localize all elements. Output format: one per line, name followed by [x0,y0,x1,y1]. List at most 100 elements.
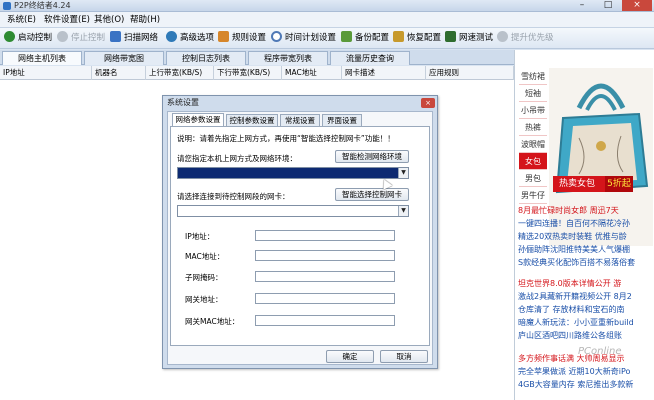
nic-label: 请选择连接到待控制网段的网卡： [177,192,290,201]
news-item[interactable]: 庐山区酒吧四川路维公各组账 [518,329,654,342]
rules-settings-button[interactable]: 规则设置 [218,30,266,47]
scan-network-button[interactable]: 扫描网络 [110,30,158,47]
news-item[interactable]: 孙俪助阵沈阳推特美美人气爆棚 [518,243,654,256]
subnet-mask-field[interactable] [255,271,395,282]
ad-category-item[interactable]: 短袖 [519,85,547,102]
backup-icon [341,31,352,42]
ad-category-item[interactable]: 雪纺裙 [519,68,547,85]
schedule-settings-button[interactable]: 时间计划设置 [271,30,336,47]
minimize-button[interactable]: – [570,0,594,11]
gateway-field[interactable] [255,293,395,304]
news-item[interactable]: 精选20双热卖时装鞋 优推与龄 [518,230,654,243]
tab-traffic-history[interactable]: 流量历史查询 [330,51,410,65]
ad-sale-banner[interactable]: 热卖女包 5折起 [553,176,633,192]
column-ip[interactable]: IP地址 [0,66,92,80]
restore-config-button[interactable]: 恢复配置 [393,30,441,47]
mac-field[interactable] [255,250,395,261]
column-machine-name[interactable]: 机器名 [92,66,146,80]
start-control-button[interactable]: 启动控制 [4,30,52,47]
ad-category-list: 雪纺裙 短袖 小吊带 热裤 波眼帽 女包 男包 男牛仔 [519,68,547,204]
env-label: 请您指定本机上网方式及网络环境： [177,154,297,163]
speed-test-icon [445,31,456,42]
ad-category-item[interactable]: 热裤 [519,119,547,136]
stop-control-button[interactable]: 停止控制 [57,30,105,47]
column-mac[interactable]: MAC地址 [282,66,342,80]
tab-control-log[interactable]: 控制日志列表 [166,51,246,65]
tab-interface[interactable]: 界面设置 [322,114,362,126]
app-logo-icon [3,2,11,10]
gateway-mac-field[interactable] [255,315,395,326]
ok-button[interactable]: 确定 [326,350,374,363]
tab-program-bandwidth[interactable]: 程序带宽列表 [248,51,328,65]
dialog-title: 系统设置 [167,98,199,107]
tab-network-params[interactable]: 网络参数设置 [172,113,224,126]
select-nic-button[interactable]: 智能选择控制网卡 [335,188,409,201]
ad-category-item[interactable]: 男牛仔 [519,187,547,204]
watermark: PConline [578,346,622,357]
gateway-mac-label: 网关MAC地址： [185,317,240,326]
ip-label: IP地址： [185,232,215,241]
advanced-options-button[interactable]: 高级选项 [166,30,214,47]
toolbar: 启动控制 停止控制 扫描网络 高级选项 规则设置 时间计划设置 备份配置 恢复配… [0,28,654,49]
chevron-down-icon: ▼ [398,206,408,216]
priority-icon [497,31,508,42]
maximize-button[interactable]: □ [596,0,620,11]
gateway-label: 网关地址： [185,295,223,304]
tab-host-list[interactable]: 网络主机列表 [2,51,82,65]
system-settings-dialog: 系统设置 × 网络参数设置 控制参数设置 常规设置 界面设置 说明：请着先指定上… [162,95,438,369]
dialog-close-button[interactable]: × [421,98,435,108]
detect-network-button[interactable]: 智能检测网络环境 [335,150,409,163]
news-item[interactable]: 8月最忙碌时尚女郎 周迅7天 [518,204,654,217]
dialog-note: 说明：请着先指定上网方式，再使用“智能选择控制网卡”功能！！ [177,134,395,143]
ad-category-item[interactable]: 男包 [519,170,547,187]
clock-icon [271,31,282,42]
news-item[interactable]: 暗魔人新玩法：小小亚重新build [518,316,654,329]
main-tab-bar: 网络主机列表 网络带宽图 控制日志列表 程序带宽列表 流量历史查询 [0,50,514,65]
column-download[interactable]: 下行带宽(KB/S) [214,66,282,80]
news-item[interactable]: 4GB大容量内存 索尼推出多款新 [518,378,654,391]
ad-category-item[interactable]: 波眼帽 [519,136,547,153]
speed-test-button[interactable]: 网速测试 [445,30,493,47]
title-bar: P2P终结者4.24 – □ × [0,0,654,12]
ad-category-item[interactable]: 女包 [519,153,547,170]
raise-priority-button[interactable]: 提升优先级 [497,30,554,47]
scan-icon [110,31,121,42]
close-button[interactable]: × [622,0,652,11]
column-rules[interactable]: 应用规则 [426,66,514,80]
ad-category-item[interactable]: 小吊带 [519,102,547,119]
column-upload[interactable]: 上行带宽(KB/S) [146,66,214,80]
play-icon [4,31,15,42]
subnet-mask-label: 子网掩码： [185,273,223,282]
cancel-button[interactable]: 取消 [380,350,428,363]
news-item[interactable]: 激战2具藏新开籍视频公开 8月2 [518,290,654,303]
network-env-select[interactable]: ▼ [177,167,409,179]
backup-config-button[interactable]: 备份配置 [341,30,389,47]
tab-control-params[interactable]: 控制参数设置 [226,114,278,126]
tab-general[interactable]: 常规设置 [280,114,320,126]
rules-icon [218,31,229,42]
news-item[interactable]: 一键四连播！自百何不隔花冷孙 [518,217,654,230]
news-item[interactable]: S款经典买化配饰百搭不易落俗套 [518,256,654,269]
host-table-header: IP地址 机器名 上行带宽(KB/S) 下行带宽(KB/S) MAC地址 网卡描… [0,66,514,80]
network-params-panel: 说明：请着先指定上网方式，再使用“智能选择控制网卡”功能！！ 请您指定本机上网方… [170,126,430,346]
news-item[interactable]: 仓库清了 存放材料和宝石的南 [518,303,654,316]
mac-label: MAC地址： [185,252,225,261]
column-nic-desc[interactable]: 网卡描述 [342,66,426,80]
menu-software-settings[interactable]: 软件设置(E) [42,12,92,28]
menu-help[interactable]: 帮助(H) [128,12,162,28]
news-item[interactable]: 坦克世界8.0版本详情公开 游 [518,277,654,290]
tab-bandwidth-chart[interactable]: 网络带宽图 [84,51,164,65]
menu-other[interactable]: 其他(O) [92,12,126,28]
ad-banner-discount: 5折起 [605,176,633,192]
nic-select[interactable]: ▼ [177,205,409,217]
news-item[interactable]: 完全苹果做派 近期10大新奇iPo [518,365,654,378]
ip-field[interactable] [255,230,395,241]
window-title: P2P终结者4.24 [14,1,71,10]
dialog-body: 网络参数设置 控制参数设置 常规设置 界面设置 说明：请着先指定上网方式，再使用… [167,111,433,365]
menu-system[interactable]: 系统(E) [5,12,38,28]
advanced-icon [166,31,177,42]
ad-banner-text: 热卖女包 [559,179,596,189]
menu-bar: 系统(E) 软件设置(E) 其他(O) 帮助(H) [0,12,654,28]
chevron-down-icon: ▼ [398,168,408,178]
stop-icon [57,31,68,42]
